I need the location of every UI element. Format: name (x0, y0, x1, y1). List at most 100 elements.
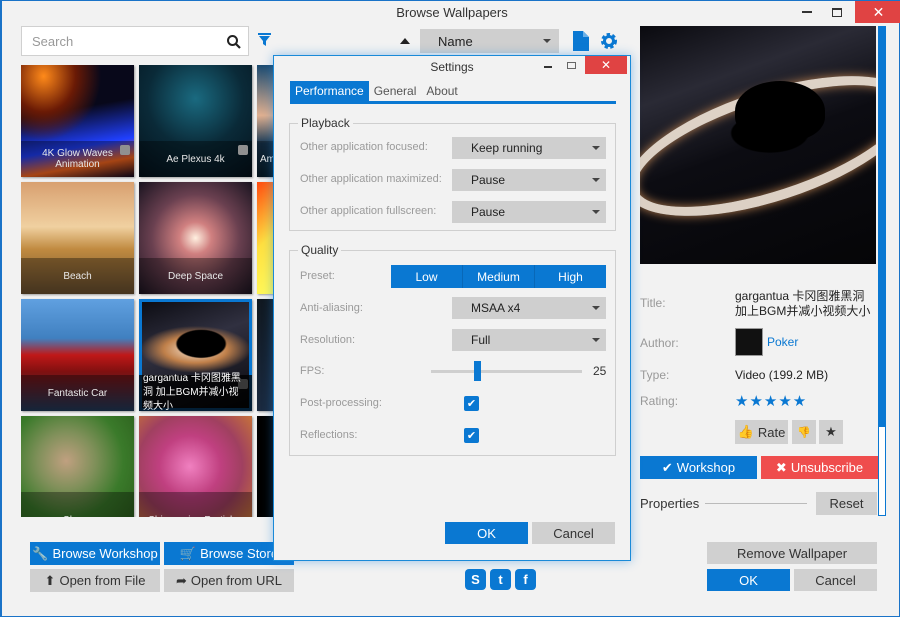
wallpaper-tile[interactable]: Ae Plexus 4k (139, 65, 252, 177)
author-label: Author: (640, 336, 679, 350)
wallpaper-tile[interactable]: 4K Glow Waves Animation (21, 65, 134, 177)
tab-general[interactable]: General (369, 81, 422, 101)
browse-workshop-button[interactable]: 🔧 Browse Workshop (30, 542, 160, 565)
type-value: Video (199.2 MB) (735, 368, 829, 382)
open-file-label: Open from File (59, 573, 146, 588)
fps-slider-thumb[interactable] (474, 361, 482, 381)
search-icon[interactable] (226, 34, 242, 50)
favorite-button[interactable]: ★ (819, 420, 843, 444)
twitter-icon: t (498, 572, 503, 587)
search-box[interactable] (21, 26, 249, 56)
quality-title: Quality (298, 243, 342, 257)
maximize-button[interactable] (822, 1, 852, 23)
rate-button[interactable]: 👍 Rate (735, 420, 788, 444)
ok-button[interactable]: OK (707, 569, 790, 591)
close-button[interactable]: ✕ (855, 1, 900, 23)
rating-label: Rating: (640, 394, 679, 408)
maximized-select[interactable]: Pause (452, 169, 606, 191)
open-from-file-button[interactable]: ⬆ Open from File (30, 569, 160, 592)
tile-label: Deep Space (139, 258, 252, 294)
wallpaper-preview (640, 26, 876, 264)
steam-icon: S (471, 572, 480, 587)
quality-group: Quality Preset: Low Medium High Anti-ali… (289, 243, 616, 456)
twitter-social-button[interactable]: t (490, 569, 511, 590)
preview-ring (640, 47, 876, 245)
tile-label: Shimmering Particles (139, 492, 252, 517)
title-label: Title: (640, 296, 666, 310)
rate-label: Rate (757, 424, 786, 440)
steam-social-button[interactable]: S (465, 569, 486, 590)
browse-store-label: Browse Store (200, 546, 279, 561)
tile-label: Fantastic Car (21, 375, 134, 411)
settings-close-button[interactable]: ✕ (585, 56, 627, 74)
workshop-button[interactable]: ✔ Workshop (640, 456, 757, 479)
focused-label: Other application focused: (300, 141, 428, 153)
tab-about[interactable]: About (421, 81, 462, 101)
settings-ok-button[interactable]: OK (445, 522, 528, 544)
resolution-select[interactable]: Full (452, 329, 606, 351)
playback-group: Playback Other application focused: Keep… (289, 116, 616, 231)
playback-title: Playback (298, 116, 353, 130)
reflections-label: Reflections: (300, 429, 358, 441)
settings-minimize-button[interactable] (540, 56, 556, 74)
settings-tabs: Performance General About (290, 81, 463, 101)
properties-divider (705, 503, 807, 504)
filter-icon[interactable] (258, 33, 271, 46)
close-icon: ✕ (600, 58, 612, 72)
new-file-icon[interactable] (573, 31, 589, 51)
check-icon: ✔ (466, 398, 477, 410)
unsubscribe-button[interactable]: ✖ Unsubscribe (761, 456, 878, 479)
wallpaper-tile-selected[interactable]: gargantua 卡冈图雅黑洞 加上BGM并减小视频大小 (139, 299, 252, 411)
maximize-icon (832, 7, 842, 17)
fps-label: FPS: (300, 365, 325, 377)
window-title: Browse Wallpapers (396, 5, 508, 20)
fps-slider-track[interactable] (431, 370, 582, 373)
scrollbar-thumb[interactable] (879, 27, 885, 427)
postprocessing-checkbox[interactable]: ✔ (464, 396, 479, 411)
type-label: Type: (640, 368, 670, 382)
tile-label: Ae Plexus 4k (139, 141, 252, 177)
fullscreen-select[interactable]: Pause (452, 201, 606, 223)
search-input[interactable] (32, 33, 222, 49)
remove-wallpaper-button[interactable]: Remove Wallpaper (707, 542, 877, 564)
tab-performance[interactable]: Performance (290, 81, 369, 101)
preset-high[interactable]: High (535, 265, 606, 288)
cancel-button[interactable]: Cancel (794, 569, 877, 591)
unsubscribe-label: Unsubscribe (790, 460, 864, 475)
antialiasing-label: Anti-aliasing: (300, 302, 363, 314)
settings-cancel-button[interactable]: Cancel (532, 522, 615, 544)
x-icon: ✖ (775, 459, 787, 475)
maximized-value: Pause (471, 173, 506, 187)
wallpaper-tile[interactable]: Beach (21, 182, 134, 294)
open-from-url-button[interactable]: ➦ Open from URL (164, 569, 294, 592)
focused-select[interactable]: Keep running (452, 137, 606, 159)
sort-direction-icon[interactable] (400, 38, 410, 44)
wallpaper-tile[interactable]: Shimmering Particles (139, 416, 252, 517)
reflections-checkbox[interactable]: ✔ (464, 428, 479, 443)
wallpaper-tile[interactable]: Fantastic Car (21, 299, 134, 411)
settings-dialog: Settings ✕ Performance General About Pla… (273, 55, 631, 561)
facebook-social-button[interactable]: f (515, 569, 536, 590)
preset-medium[interactable]: Medium (463, 265, 535, 288)
wallpaper-tile[interactable]: Deep Space (139, 182, 252, 294)
minimize-button[interactable] (792, 1, 822, 23)
author-avatar[interactable] (735, 328, 763, 356)
chevron-down-icon (592, 306, 600, 310)
sort-select[interactable]: Name (420, 29, 559, 53)
wrench-icon: 🔧 (32, 545, 49, 561)
thumbs-down-icon: 👎 (797, 426, 811, 439)
settings-gear-icon[interactable] (600, 32, 618, 50)
fps-value: 25 (593, 364, 607, 378)
wallpaper-tile[interactable]: Sheep (21, 416, 134, 517)
settings-maximize-button[interactable] (563, 56, 579, 74)
chevron-down-icon (592, 210, 600, 214)
details-scrollbar[interactable] (878, 26, 886, 516)
dislike-button[interactable]: 👎 (792, 420, 816, 444)
chevron-down-icon (592, 146, 600, 150)
chevron-down-icon (543, 39, 551, 43)
tile-label: gargantua 卡冈图雅黑洞 加上BGM并减小视频大小 (139, 373, 252, 411)
reset-button[interactable]: Reset (816, 492, 877, 515)
antialiasing-select[interactable]: MSAA x4 (452, 297, 606, 319)
author-link[interactable]: Poker (767, 335, 798, 349)
preset-low[interactable]: Low (391, 265, 463, 288)
